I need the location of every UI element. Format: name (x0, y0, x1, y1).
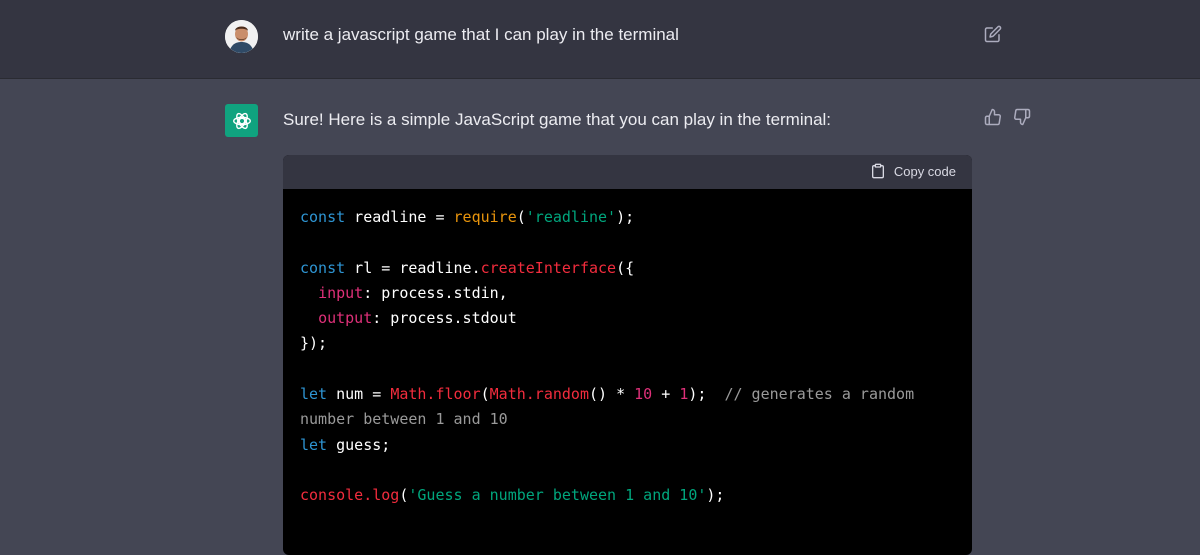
code-token: ); (706, 486, 725, 505)
code-token: const (300, 208, 346, 226)
code-token: require (453, 208, 517, 226)
code-token: num = (327, 385, 391, 404)
code-token: Math.floor (390, 385, 481, 404)
code-token: Math.random (489, 385, 589, 404)
code-token: 10 (634, 385, 653, 404)
user-avatar (225, 20, 258, 53)
code-token: rl = readline. (345, 258, 481, 277)
assistant-message-row: Sure! Here is a simple JavaScript game t… (0, 79, 1200, 555)
code-token: ( (480, 385, 490, 404)
code-block-header: Copy code (283, 155, 972, 189)
code-token: : process.stdin, (363, 283, 508, 302)
code-token: // generates a random (724, 385, 915, 404)
edit-icon[interactable] (984, 25, 1002, 43)
thumbs-down-icon[interactable] (1013, 108, 1031, 126)
code-token: let (300, 435, 328, 454)
code-token: input (318, 283, 364, 302)
code-block: Copy code const readline = require('read… (283, 155, 972, 555)
clipboard-icon (871, 163, 884, 179)
code-token: ( (516, 208, 526, 226)
code-token: const (300, 258, 346, 277)
code-token: + (652, 385, 680, 404)
code-token: 'readline' (525, 208, 617, 226)
user-message-row: write a javascript game that I can play … (0, 0, 1200, 79)
openai-logo-icon (232, 112, 251, 129)
code-token: console.log (300, 486, 400, 505)
assistant-intro-text: Sure! Here is a simple JavaScript game t… (283, 110, 832, 129)
user-message-text: write a javascript game that I can play … (283, 25, 679, 44)
code-token: }); (300, 334, 328, 353)
code-token: readline = (345, 208, 454, 226)
code-token: () * (589, 385, 635, 404)
code-token: let (300, 385, 328, 404)
assistant-avatar (225, 104, 258, 137)
copy-code-label: Copy code (893, 163, 956, 179)
code-token: 1 (679, 385, 689, 404)
thumbs-up-icon[interactable] (984, 108, 1002, 126)
code-token: ({ (616, 258, 635, 277)
code-content: const readline = require('readline'); co… (283, 189, 972, 509)
code-token: guess; (327, 435, 391, 454)
code-token: : process.stdout (372, 309, 517, 328)
code-token: ); (688, 385, 725, 404)
code-token: 'Guess a number between 1 and 10' (408, 486, 707, 505)
copy-code-button[interactable]: Copy code (870, 163, 956, 179)
code-token: createInterface (480, 258, 617, 277)
code-token: ); (616, 208, 635, 226)
code-token: output (318, 309, 373, 328)
user-avatar-image-icon (225, 20, 258, 53)
code-token: number between 1 and 10 (300, 410, 508, 429)
